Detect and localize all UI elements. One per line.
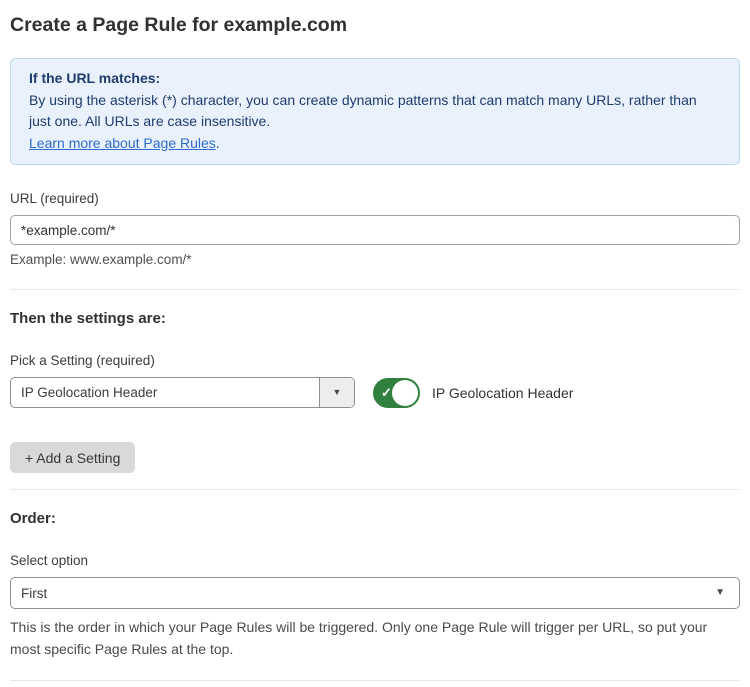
setting-picker-label: Pick a Setting (required) — [10, 353, 740, 368]
order-select-value: First — [21, 586, 47, 601]
order-select-label: Select option — [10, 553, 740, 568]
create-page-rule-form: Create a Page Rule for example.com If th… — [0, 0, 750, 687]
url-match-info-box: If the URL matches: By using the asteris… — [10, 58, 740, 165]
setting-picker-dropdown[interactable]: IP Geolocation Header ▼ — [10, 377, 355, 408]
check-icon: ✓ — [381, 385, 392, 400]
chevron-down-icon: ▼ — [715, 588, 725, 598]
order-helper-text: This is the order in which your Page Rul… — [10, 617, 740, 660]
info-box-heading: If the URL matches: — [29, 68, 721, 90]
setting-picker-value: IP Geolocation Header — [11, 378, 319, 407]
ip-geolocation-toggle[interactable]: ✓ — [373, 378, 420, 408]
page-title: Create a Page Rule for example.com — [10, 12, 740, 38]
chevron-down-icon: ▼ — [333, 388, 342, 397]
divider — [10, 680, 740, 681]
link-suffix: . — [216, 135, 220, 151]
url-field-label: URL (required) — [10, 191, 740, 206]
order-section-heading: Order: — [10, 510, 740, 527]
url-input[interactable] — [10, 215, 740, 245]
info-box-body: By using the asterisk (*) character, you… — [29, 90, 721, 133]
settings-section-heading: Then the settings are: — [10, 310, 740, 327]
add-setting-button[interactable]: + Add a Setting — [10, 442, 135, 473]
divider — [10, 489, 740, 490]
toggle-label: IP Geolocation Header — [432, 385, 573, 401]
url-example-helper: Example: www.example.com/* — [10, 252, 740, 267]
order-select-dropdown[interactable]: First ▼ — [10, 577, 740, 609]
learn-more-link[interactable]: Learn more about Page Rules — [29, 135, 216, 151]
info-box-link-line: Learn more about Page Rules. — [29, 133, 721, 155]
setting-row: IP Geolocation Header ▼ ✓ IP Geolocation… — [10, 377, 740, 408]
toggle-knob — [392, 380, 418, 406]
setting-picker-caret-button[interactable]: ▼ — [319, 378, 354, 407]
divider — [10, 289, 740, 290]
